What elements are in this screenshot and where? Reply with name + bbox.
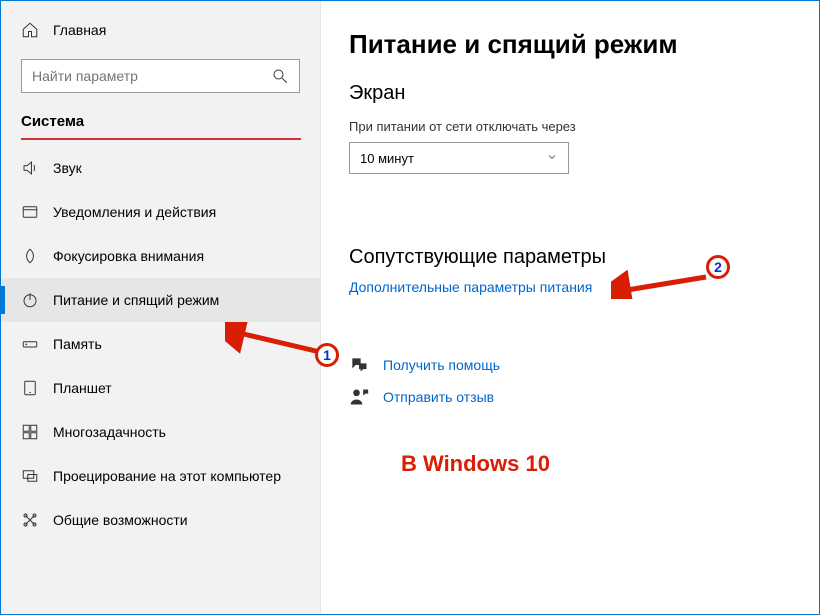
sidebar-item-tablet[interactable]: Планшет xyxy=(1,366,320,410)
multitask-icon xyxy=(21,423,39,441)
sidebar-item-shared[interactable]: Общие возможности xyxy=(1,498,320,542)
home-button[interactable]: Главная xyxy=(1,11,320,49)
chevron-down-icon xyxy=(546,151,558,166)
get-help-row[interactable]: Получить помощь xyxy=(349,355,819,375)
home-label: Главная xyxy=(53,22,106,38)
sidebar-item-sound[interactable]: Звук xyxy=(1,146,320,190)
sidebar-item-label: Питание и спящий режим xyxy=(53,292,219,308)
annotation-underline xyxy=(21,138,301,140)
main-panel: Питание и спящий режим Экран При питании… xyxy=(321,1,819,614)
projecting-icon xyxy=(21,467,39,485)
sidebar-item-storage[interactable]: Память xyxy=(1,322,320,366)
feedback-row[interactable]: Отправить отзыв xyxy=(349,387,819,407)
sidebar-item-label: Звук xyxy=(53,160,82,176)
focus-icon xyxy=(21,247,39,265)
get-help-link[interactable]: Получить помощь xyxy=(383,357,500,373)
search-input[interactable] xyxy=(32,68,271,84)
storage-icon xyxy=(21,335,39,353)
search-icon xyxy=(271,67,289,85)
screen-section-title: Экран xyxy=(349,82,819,105)
page-title: Питание и спящий режим xyxy=(349,29,819,60)
sidebar-item-label: Общие возможности xyxy=(53,512,188,528)
sidebar: Главная Система Звук Уведомления и дейст… xyxy=(1,1,321,614)
home-icon xyxy=(21,21,39,39)
sidebar-item-multitask[interactable]: Многозадачность xyxy=(1,410,320,454)
feedback-icon xyxy=(349,387,369,407)
related-section-title: Сопутствующие параметры xyxy=(349,246,819,269)
sidebar-item-label: Фокусировка внимания xyxy=(53,248,204,264)
tablet-icon xyxy=(21,379,39,397)
dropdown-value: 10 минут xyxy=(360,151,414,166)
sound-icon xyxy=(21,159,39,177)
shared-icon xyxy=(21,511,39,529)
sidebar-item-projecting[interactable]: Проецирование на этот компьютер xyxy=(1,454,320,498)
sidebar-item-focus[interactable]: Фокусировка внимания xyxy=(1,234,320,278)
sidebar-item-label: Многозадачность xyxy=(53,424,166,440)
sidebar-item-label: Планшет xyxy=(53,380,112,396)
sidebar-item-notifications[interactable]: Уведомления и действия xyxy=(1,190,320,234)
sidebar-item-label: Уведомления и действия xyxy=(53,204,216,220)
annotation-caption: В Windows 10 xyxy=(401,451,550,477)
sidebar-item-label: Память xyxy=(53,336,102,352)
feedback-link[interactable]: Отправить отзыв xyxy=(383,389,494,405)
sidebar-item-power[interactable]: Питание и спящий режим xyxy=(1,278,320,322)
sidebar-item-label: Проецирование на этот компьютер xyxy=(53,468,281,484)
search-box[interactable] xyxy=(21,59,300,93)
screen-off-label: При питании от сети отключать через xyxy=(349,119,819,134)
power-icon xyxy=(21,291,39,309)
help-icon xyxy=(349,355,369,375)
nav-list: Звук Уведомления и действия Фокусировка … xyxy=(1,146,320,542)
category-header: Система xyxy=(1,109,320,136)
additional-power-link[interactable]: Дополнительные параметры питания xyxy=(349,279,819,295)
screen-off-dropdown[interactable]: 10 минут xyxy=(349,142,569,174)
notifications-icon xyxy=(21,203,39,221)
